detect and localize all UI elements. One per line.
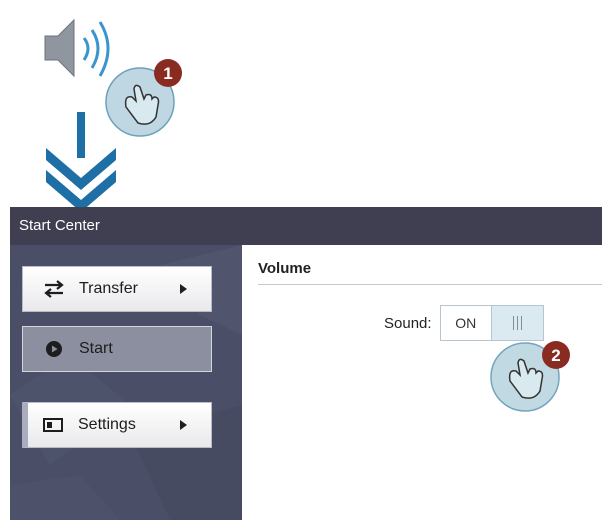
sidebar-item-label: Settings bbox=[78, 416, 136, 433]
sidebar-item-transfer[interactable]: Transfer bbox=[22, 266, 212, 312]
callout-1-number: 1 bbox=[163, 64, 172, 83]
sound-label: Sound: bbox=[384, 315, 432, 332]
sidebar-item-label: Start bbox=[79, 340, 113, 357]
callout-2-number: 2 bbox=[551, 346, 560, 365]
swap-arrows-icon bbox=[43, 278, 65, 300]
play-circle-icon bbox=[43, 338, 65, 360]
settings-panel-icon bbox=[42, 414, 64, 436]
sidebar-item-settings[interactable]: Settings bbox=[22, 402, 212, 448]
section-divider bbox=[258, 284, 602, 285]
window-title-bar: Start Center bbox=[10, 207, 602, 245]
tap-gesture-icon: 2 bbox=[490, 341, 570, 412]
chevrons-down-icon bbox=[46, 112, 116, 212]
window-title: Start Center bbox=[19, 217, 100, 234]
chevron-right-icon bbox=[180, 284, 187, 294]
section-title: Volume bbox=[258, 260, 312, 277]
sidebar-item-start[interactable]: Start bbox=[22, 326, 212, 372]
sidebar-item-label: Transfer bbox=[79, 280, 138, 297]
chevron-right-icon bbox=[180, 420, 187, 430]
